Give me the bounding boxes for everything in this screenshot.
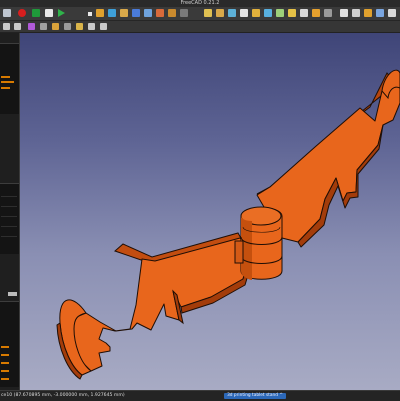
secondary-toolbar	[0, 21, 400, 33]
tree-item-highlight	[1, 81, 14, 83]
stop-macro-icon[interactable]	[32, 9, 40, 17]
pattern-icon[interactable]	[288, 9, 296, 17]
view-fit-icon[interactable]	[120, 9, 128, 17]
property-row	[1, 236, 17, 237]
mirror-icon[interactable]	[276, 9, 284, 17]
new-document-icon[interactable]	[3, 9, 11, 17]
status-bar: ce10 (87.670895 mm, -3.000000 mm, 1.9276…	[0, 390, 400, 401]
more-tools-icon[interactable]	[388, 9, 396, 17]
3d-viewport[interactable]	[20, 33, 400, 390]
property-view[interactable]	[0, 183, 19, 254]
property-row	[1, 216, 17, 217]
redo-icon[interactable]	[14, 23, 21, 30]
line-icon[interactable]	[88, 23, 95, 30]
tree-item-highlight	[1, 76, 10, 78]
record-macro-icon[interactable]	[18, 9, 26, 17]
arc-icon[interactable]	[100, 23, 107, 30]
hinge-knuckle	[234, 240, 244, 264]
report-line	[1, 370, 9, 372]
combo-view-panel	[0, 33, 20, 390]
datum-plane-icon[interactable]	[240, 9, 248, 17]
window-title: FreeCAD 0.21.2	[180, 0, 220, 6]
model-tree[interactable]	[0, 43, 19, 114]
edit-macro-icon[interactable]	[45, 9, 53, 17]
cut-icon[interactable]	[40, 23, 47, 30]
boolean-icon[interactable]	[300, 9, 308, 17]
window-titlebar: FreeCAD 0.21.2	[0, 0, 400, 7]
property-row	[1, 206, 17, 207]
navigation-style-button[interactable]: 3d printing tablet stand ^	[224, 393, 286, 399]
report-line	[1, 378, 9, 380]
pad-icon[interactable]	[216, 9, 224, 17]
clone-icon[interactable]	[376, 9, 384, 17]
property-row	[1, 226, 17, 227]
property-row	[1, 196, 17, 197]
draft-icon[interactable]	[312, 9, 320, 17]
constraint-icon[interactable]	[76, 23, 83, 30]
refresh-icon[interactable]	[28, 23, 35, 30]
main-toolbar	[0, 7, 400, 21]
report-line	[1, 346, 9, 348]
run-macro-icon[interactable]	[58, 9, 65, 17]
report-view[interactable]	[0, 301, 19, 387]
whats-this-icon[interactable]	[340, 9, 348, 17]
chamfer-icon[interactable]	[264, 9, 272, 17]
pocket-icon[interactable]	[228, 9, 236, 17]
paste-icon[interactable]	[64, 23, 71, 30]
view-front-icon[interactable]	[132, 9, 140, 17]
report-line	[1, 354, 9, 356]
report-line	[1, 362, 9, 364]
part-icon[interactable]	[352, 9, 360, 17]
measure-icon[interactable]	[180, 9, 188, 17]
view-right-icon[interactable]	[156, 9, 164, 17]
fillet-icon[interactable]	[252, 9, 260, 17]
toolbar-separator-icon	[88, 12, 92, 16]
view-isometric-icon[interactable]	[108, 9, 116, 17]
view-top-icon[interactable]	[144, 9, 152, 17]
undo-icon[interactable]	[3, 23, 10, 30]
panel-tab-icon[interactable]	[8, 292, 17, 296]
tree-item-highlight	[1, 87, 10, 89]
copy-icon[interactable]	[52, 23, 59, 30]
workbench-selector-icon[interactable]	[96, 9, 104, 17]
thickness-icon[interactable]	[324, 9, 332, 17]
body-icon[interactable]	[364, 9, 372, 17]
folder-icon[interactable]	[168, 9, 176, 17]
sketch-icon[interactable]	[204, 9, 212, 17]
part-render	[56, 69, 400, 380]
